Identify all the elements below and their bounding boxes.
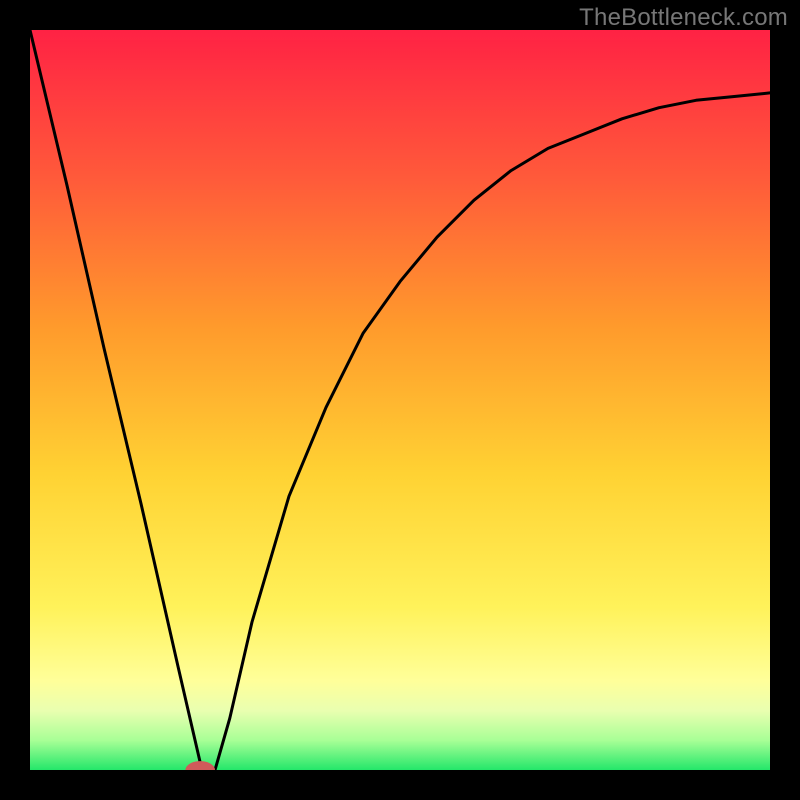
- chart-frame: TheBottleneck.com: [0, 0, 800, 800]
- chart-svg: [30, 30, 770, 770]
- background-gradient: [30, 30, 770, 770]
- plot-area: [30, 30, 770, 770]
- watermark-text: TheBottleneck.com: [579, 4, 788, 32]
